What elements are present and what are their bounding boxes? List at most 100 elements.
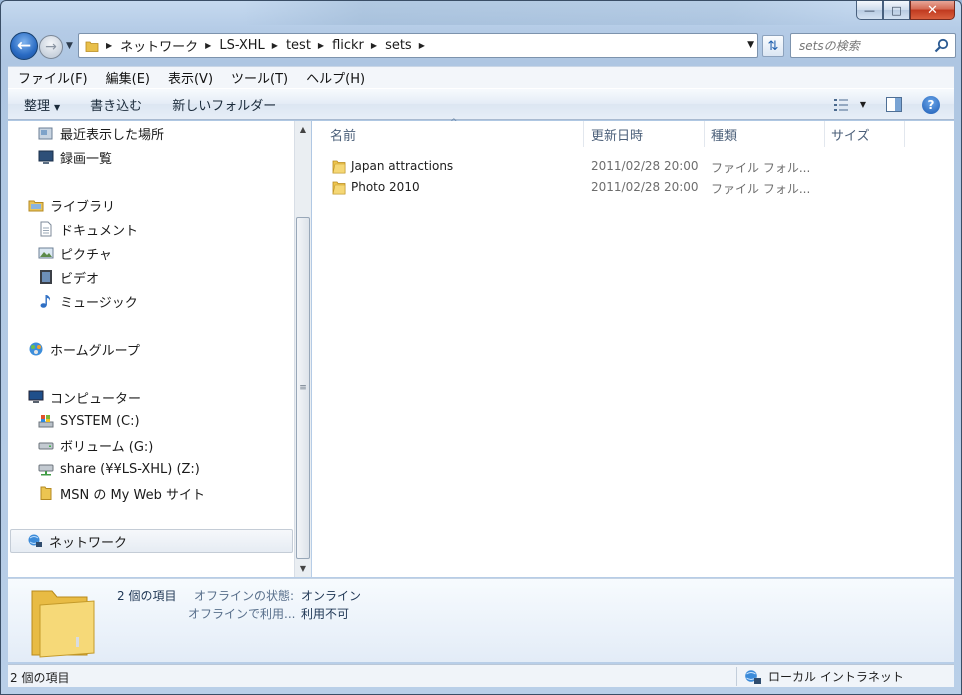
nav-videos[interactable]: ビデオ (38, 265, 99, 289)
nav-pictures[interactable]: ピクチャ (38, 241, 112, 265)
menu-tools[interactable]: ツール(T) (221, 68, 296, 87)
file-name: Japan attractions (351, 159, 454, 173)
nav-homegroup[interactable]: ホームグループ (28, 337, 140, 361)
file-type: ファイル フォル... (711, 182, 811, 196)
search-icon (934, 38, 949, 53)
menu-help[interactable]: ヘルプ(H) (296, 68, 373, 87)
back-button[interactable]: ← (10, 32, 38, 60)
breadcrumb-separator[interactable]: ▶ (371, 41, 377, 50)
nav-msn-web[interactable]: MSN の My Web サイト (38, 481, 205, 505)
videos-icon (40, 270, 52, 284)
breadcrumb-separator[interactable]: ▶ (419, 41, 425, 50)
nav-computer[interactable]: コンピューター (28, 385, 141, 409)
title-bar-strip (241, 1, 851, 25)
close-button[interactable]: ✕ (910, 1, 955, 20)
folder-icon (332, 160, 346, 174)
breadcrumb-network[interactable]: ネットワーク (120, 36, 198, 55)
nav-pane-scrollbar[interactable]: ▲ ≡ ▼ (294, 121, 311, 577)
breadcrumb-flickr[interactable]: flickr (332, 38, 364, 53)
music-icon (40, 295, 51, 308)
nav-recent-places[interactable]: 最近表示した場所 (38, 121, 164, 145)
nav-label: ミュージック (60, 295, 138, 311)
file-modified: 2011/02/28 20:00 (591, 180, 699, 194)
nav-label: SYSTEM (C:) (60, 413, 140, 429)
caption-buttons: — □ ✕ (856, 1, 955, 20)
preview-pane-icon[interactable] (886, 97, 902, 112)
nav-documents[interactable]: ドキュメント (38, 217, 138, 241)
burn-button[interactable]: 書き込む (74, 95, 156, 114)
nav-label: 録画一覧 (60, 151, 113, 167)
status-bar: 2 個の項目 ローカル イントラネット (8, 664, 954, 687)
organize-button[interactable]: 整理 ▼ (8, 95, 74, 114)
large-folder-icon (31, 590, 95, 658)
network-drive-icon (38, 464, 54, 476)
search-box[interactable] (790, 33, 956, 58)
file-modified: 2011/02/28 20:00 (591, 159, 699, 173)
forward-arrow-icon: → (45, 39, 57, 55)
pictures-icon (38, 247, 54, 259)
menu-file[interactable]: ファイル(F) (8, 68, 96, 87)
computer-icon (28, 390, 44, 403)
file-type: ファイル フォル... (711, 161, 811, 175)
menu-bar: ファイル(F) 編集(E) 表示(V) ツール(T) ヘルプ(H) (8, 66, 954, 88)
details-offline-availability-value: 利用不可 (301, 607, 350, 621)
intranet-zone-icon (745, 669, 761, 684)
nav-system-drive[interactable]: SYSTEM (C:) (38, 409, 140, 433)
details-offline-status-value: オンライン (301, 589, 362, 603)
recent-pages-dropdown[interactable]: ▼ (66, 41, 73, 51)
column-header-modified[interactable]: 更新日時 (585, 121, 705, 147)
column-header-type[interactable]: 種類 (705, 121, 825, 147)
details-offline-availability-label: オフラインで利用... (188, 607, 296, 621)
details-pane: 2 個の項目 オフラインの状態: オンライン オフラインで利用... 利用不可 (8, 578, 954, 662)
drive-icon (38, 442, 54, 450)
breadcrumb-separator[interactable]: ▶ (272, 41, 278, 50)
breadcrumb-test[interactable]: test (286, 38, 311, 53)
refresh-button[interactable]: ⇅ (762, 35, 784, 57)
command-bar: 整理 ▼ 書き込む 新しいフォルダー ▼ ? (8, 88, 954, 120)
breadcrumb-separator[interactable]: ▶ (205, 41, 211, 50)
nav-label: ドキュメント (60, 223, 139, 239)
breadcrumb-sets[interactable]: sets (385, 38, 412, 53)
column-header-size[interactable]: サイズ (825, 121, 905, 147)
breadcrumb-separator[interactable]: ▶ (106, 41, 112, 50)
breadcrumb-separator[interactable]: ▶ (318, 41, 324, 50)
status-zone: ローカル イントラネット (744, 668, 904, 685)
menu-edit[interactable]: 編集(E) (96, 68, 158, 87)
address-history-dropdown[interactable]: ▼ (747, 40, 754, 50)
refresh-icon: ⇅ (767, 38, 779, 54)
minimize-button[interactable]: — (856, 1, 883, 20)
menu-view[interactable]: 表示(V) (158, 68, 221, 87)
scrollbar-thumb[interactable]: ≡ (296, 217, 310, 559)
column-header-name[interactable]: 名前 (324, 121, 584, 147)
scroll-down-arrow-icon[interactable]: ▼ (295, 560, 311, 577)
nav-libraries[interactable]: ライブラリ (28, 193, 115, 217)
nav-network[interactable]: ネットワーク (10, 529, 293, 553)
nav-label: 最近表示した場所 (60, 127, 165, 143)
nav-music[interactable]: ミュージック (38, 289, 138, 313)
documents-icon (40, 221, 52, 237)
forward-button[interactable]: → (39, 35, 63, 59)
scroll-up-arrow-icon[interactable]: ▲ (295, 121, 311, 138)
homegroup-icon (29, 342, 43, 356)
folder-icon (85, 41, 99, 52)
table-row[interactable]: Japan attractions 2011/02/28 20:00 ファイル … (326, 156, 946, 177)
nav-label: ネットワーク (49, 535, 128, 551)
nav-volume-g[interactable]: ボリューム (G:) (38, 433, 153, 457)
search-input[interactable] (799, 35, 929, 57)
nav-label: MSN の My Web サイト (60, 487, 205, 503)
nav-recorded-tv[interactable]: 録画一覧 (38, 145, 112, 169)
new-folder-button[interactable]: 新しいフォルダー (156, 95, 290, 114)
breadcrumb-ls-xhl[interactable]: LS-XHL (219, 38, 264, 53)
change-view-icon[interactable] (834, 98, 850, 112)
folder-icon (332, 181, 346, 195)
help-icon[interactable]: ? (922, 96, 940, 114)
recent-places-icon (38, 127, 53, 140)
file-list-pane: ^ 名前 更新日時 種類 サイズ Japan attractions 2011/… (312, 118, 954, 577)
nav-label: share (¥¥LS-XHL) (Z:) (60, 461, 200, 477)
address-bar[interactable]: ▶ ネットワーク ▶ LS-XHL ▶ test ▶ flickr ▶ sets… (78, 33, 758, 58)
view-options-dropdown[interactable]: ▼ (860, 100, 866, 109)
maximize-button[interactable]: □ (883, 1, 910, 20)
table-row[interactable]: Photo 2010 2011/02/28 20:00 ファイル フォル... (326, 177, 946, 198)
details-item-count: 2 個の項目 (117, 589, 177, 603)
nav-share-drive[interactable]: share (¥¥LS-XHL) (Z:) (38, 457, 200, 481)
